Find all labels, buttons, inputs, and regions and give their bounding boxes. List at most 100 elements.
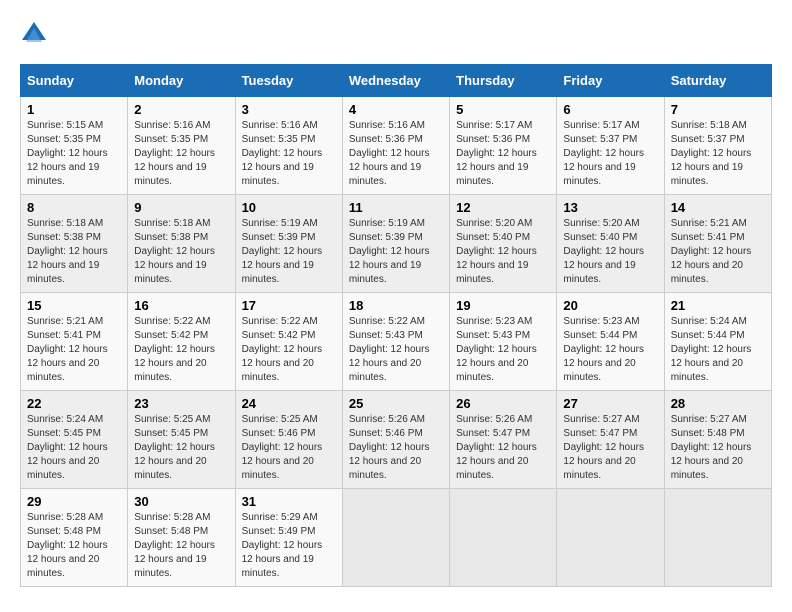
weekday-header: Friday bbox=[557, 65, 664, 97]
empty-cell bbox=[342, 489, 449, 587]
calendar-week-row: 29 Sunrise: 5:28 AMSunset: 5:48 PMDaylig… bbox=[21, 489, 772, 587]
calendar-day-cell: 18 Sunrise: 5:22 AMSunset: 5:43 PMDaylig… bbox=[342, 293, 449, 391]
day-number: 31 bbox=[242, 494, 336, 509]
day-number: 4 bbox=[349, 102, 443, 117]
day-detail: Sunrise: 5:23 AMSunset: 5:44 PMDaylight:… bbox=[563, 316, 644, 383]
day-number: 10 bbox=[242, 200, 336, 215]
calendar-day-cell: 3 Sunrise: 5:16 AMSunset: 5:35 PMDayligh… bbox=[235, 97, 342, 195]
calendar-day-cell: 25 Sunrise: 5:26 AMSunset: 5:46 PMDaylig… bbox=[342, 391, 449, 489]
day-detail: Sunrise: 5:22 AMSunset: 5:42 PMDaylight:… bbox=[134, 316, 215, 383]
weekday-header: Saturday bbox=[664, 65, 771, 97]
day-detail: Sunrise: 5:20 AMSunset: 5:40 PMDaylight:… bbox=[456, 218, 537, 285]
day-detail: Sunrise: 5:17 AMSunset: 5:36 PMDaylight:… bbox=[456, 120, 537, 187]
day-number: 9 bbox=[134, 200, 228, 215]
day-number: 15 bbox=[27, 298, 121, 313]
calendar-week-row: 15 Sunrise: 5:21 AMSunset: 5:41 PMDaylig… bbox=[21, 293, 772, 391]
day-number: 5 bbox=[456, 102, 550, 117]
calendar-day-cell: 1 Sunrise: 5:15 AMSunset: 5:35 PMDayligh… bbox=[21, 97, 128, 195]
day-detail: Sunrise: 5:15 AMSunset: 5:35 PMDaylight:… bbox=[27, 120, 108, 187]
logo bbox=[20, 20, 50, 48]
weekday-header: Thursday bbox=[450, 65, 557, 97]
calendar-day-cell: 23 Sunrise: 5:25 AMSunset: 5:45 PMDaylig… bbox=[128, 391, 235, 489]
day-number: 25 bbox=[349, 396, 443, 411]
day-number: 12 bbox=[456, 200, 550, 215]
day-number: 23 bbox=[134, 396, 228, 411]
day-number: 29 bbox=[27, 494, 121, 509]
day-number: 22 bbox=[27, 396, 121, 411]
page-header bbox=[20, 20, 772, 48]
calendar-day-cell: 17 Sunrise: 5:22 AMSunset: 5:42 PMDaylig… bbox=[235, 293, 342, 391]
day-number: 14 bbox=[671, 200, 765, 215]
day-detail: Sunrise: 5:25 AMSunset: 5:46 PMDaylight:… bbox=[242, 414, 323, 481]
calendar-week-row: 1 Sunrise: 5:15 AMSunset: 5:35 PMDayligh… bbox=[21, 97, 772, 195]
day-detail: Sunrise: 5:18 AMSunset: 5:38 PMDaylight:… bbox=[27, 218, 108, 285]
calendar-week-row: 8 Sunrise: 5:18 AMSunset: 5:38 PMDayligh… bbox=[21, 195, 772, 293]
day-number: 24 bbox=[242, 396, 336, 411]
day-detail: Sunrise: 5:26 AMSunset: 5:47 PMDaylight:… bbox=[456, 414, 537, 481]
calendar-day-cell: 24 Sunrise: 5:25 AMSunset: 5:46 PMDaylig… bbox=[235, 391, 342, 489]
weekday-header: Sunday bbox=[21, 65, 128, 97]
calendar-day-cell: 21 Sunrise: 5:24 AMSunset: 5:44 PMDaylig… bbox=[664, 293, 771, 391]
day-number: 20 bbox=[563, 298, 657, 313]
day-detail: Sunrise: 5:20 AMSunset: 5:40 PMDaylight:… bbox=[563, 218, 644, 285]
calendar-day-cell: 28 Sunrise: 5:27 AMSunset: 5:48 PMDaylig… bbox=[664, 391, 771, 489]
day-number: 21 bbox=[671, 298, 765, 313]
calendar-day-cell: 31 Sunrise: 5:29 AMSunset: 5:49 PMDaylig… bbox=[235, 489, 342, 587]
day-number: 27 bbox=[563, 396, 657, 411]
day-detail: Sunrise: 5:22 AMSunset: 5:42 PMDaylight:… bbox=[242, 316, 323, 383]
calendar-day-cell: 27 Sunrise: 5:27 AMSunset: 5:47 PMDaylig… bbox=[557, 391, 664, 489]
day-number: 2 bbox=[134, 102, 228, 117]
day-number: 26 bbox=[456, 396, 550, 411]
calendar-day-cell: 6 Sunrise: 5:17 AMSunset: 5:37 PMDayligh… bbox=[557, 97, 664, 195]
day-detail: Sunrise: 5:28 AMSunset: 5:48 PMDaylight:… bbox=[27, 512, 108, 579]
calendar-day-cell: 30 Sunrise: 5:28 AMSunset: 5:48 PMDaylig… bbox=[128, 489, 235, 587]
calendar-day-cell: 22 Sunrise: 5:24 AMSunset: 5:45 PMDaylig… bbox=[21, 391, 128, 489]
day-detail: Sunrise: 5:17 AMSunset: 5:37 PMDaylight:… bbox=[563, 120, 644, 187]
day-number: 28 bbox=[671, 396, 765, 411]
day-number: 19 bbox=[456, 298, 550, 313]
calendar-day-cell: 14 Sunrise: 5:21 AMSunset: 5:41 PMDaylig… bbox=[664, 195, 771, 293]
calendar-table: SundayMondayTuesdayWednesdayThursdayFrid… bbox=[20, 64, 772, 587]
day-detail: Sunrise: 5:18 AMSunset: 5:37 PMDaylight:… bbox=[671, 120, 752, 187]
day-detail: Sunrise: 5:27 AMSunset: 5:47 PMDaylight:… bbox=[563, 414, 644, 481]
weekday-header: Wednesday bbox=[342, 65, 449, 97]
day-number: 8 bbox=[27, 200, 121, 215]
day-number: 3 bbox=[242, 102, 336, 117]
day-detail: Sunrise: 5:25 AMSunset: 5:45 PMDaylight:… bbox=[134, 414, 215, 481]
empty-cell bbox=[557, 489, 664, 587]
calendar-day-cell: 13 Sunrise: 5:20 AMSunset: 5:40 PMDaylig… bbox=[557, 195, 664, 293]
day-detail: Sunrise: 5:23 AMSunset: 5:43 PMDaylight:… bbox=[456, 316, 537, 383]
day-number: 6 bbox=[563, 102, 657, 117]
empty-cell bbox=[450, 489, 557, 587]
calendar-day-cell: 19 Sunrise: 5:23 AMSunset: 5:43 PMDaylig… bbox=[450, 293, 557, 391]
calendar-day-cell: 26 Sunrise: 5:26 AMSunset: 5:47 PMDaylig… bbox=[450, 391, 557, 489]
day-detail: Sunrise: 5:29 AMSunset: 5:49 PMDaylight:… bbox=[242, 512, 323, 579]
day-detail: Sunrise: 5:19 AMSunset: 5:39 PMDaylight:… bbox=[242, 218, 323, 285]
day-number: 7 bbox=[671, 102, 765, 117]
day-number: 1 bbox=[27, 102, 121, 117]
day-number: 17 bbox=[242, 298, 336, 313]
day-number: 11 bbox=[349, 200, 443, 215]
day-number: 13 bbox=[563, 200, 657, 215]
calendar-day-cell: 11 Sunrise: 5:19 AMSunset: 5:39 PMDaylig… bbox=[342, 195, 449, 293]
calendar-day-cell: 29 Sunrise: 5:28 AMSunset: 5:48 PMDaylig… bbox=[21, 489, 128, 587]
day-detail: Sunrise: 5:24 AMSunset: 5:45 PMDaylight:… bbox=[27, 414, 108, 481]
day-number: 16 bbox=[134, 298, 228, 313]
day-detail: Sunrise: 5:21 AMSunset: 5:41 PMDaylight:… bbox=[671, 218, 752, 285]
day-detail: Sunrise: 5:16 AMSunset: 5:35 PMDaylight:… bbox=[242, 120, 323, 187]
day-detail: Sunrise: 5:24 AMSunset: 5:44 PMDaylight:… bbox=[671, 316, 752, 383]
day-detail: Sunrise: 5:16 AMSunset: 5:35 PMDaylight:… bbox=[134, 120, 215, 187]
calendar-day-cell: 8 Sunrise: 5:18 AMSunset: 5:38 PMDayligh… bbox=[21, 195, 128, 293]
day-number: 18 bbox=[349, 298, 443, 313]
day-detail: Sunrise: 5:26 AMSunset: 5:46 PMDaylight:… bbox=[349, 414, 430, 481]
day-detail: Sunrise: 5:27 AMSunset: 5:48 PMDaylight:… bbox=[671, 414, 752, 481]
calendar-day-cell: 15 Sunrise: 5:21 AMSunset: 5:41 PMDaylig… bbox=[21, 293, 128, 391]
calendar-day-cell: 7 Sunrise: 5:18 AMSunset: 5:37 PMDayligh… bbox=[664, 97, 771, 195]
day-number: 30 bbox=[134, 494, 228, 509]
day-detail: Sunrise: 5:22 AMSunset: 5:43 PMDaylight:… bbox=[349, 316, 430, 383]
day-detail: Sunrise: 5:16 AMSunset: 5:36 PMDaylight:… bbox=[349, 120, 430, 187]
calendar-day-cell: 5 Sunrise: 5:17 AMSunset: 5:36 PMDayligh… bbox=[450, 97, 557, 195]
weekday-header: Tuesday bbox=[235, 65, 342, 97]
calendar-day-cell: 4 Sunrise: 5:16 AMSunset: 5:36 PMDayligh… bbox=[342, 97, 449, 195]
calendar-day-cell: 16 Sunrise: 5:22 AMSunset: 5:42 PMDaylig… bbox=[128, 293, 235, 391]
